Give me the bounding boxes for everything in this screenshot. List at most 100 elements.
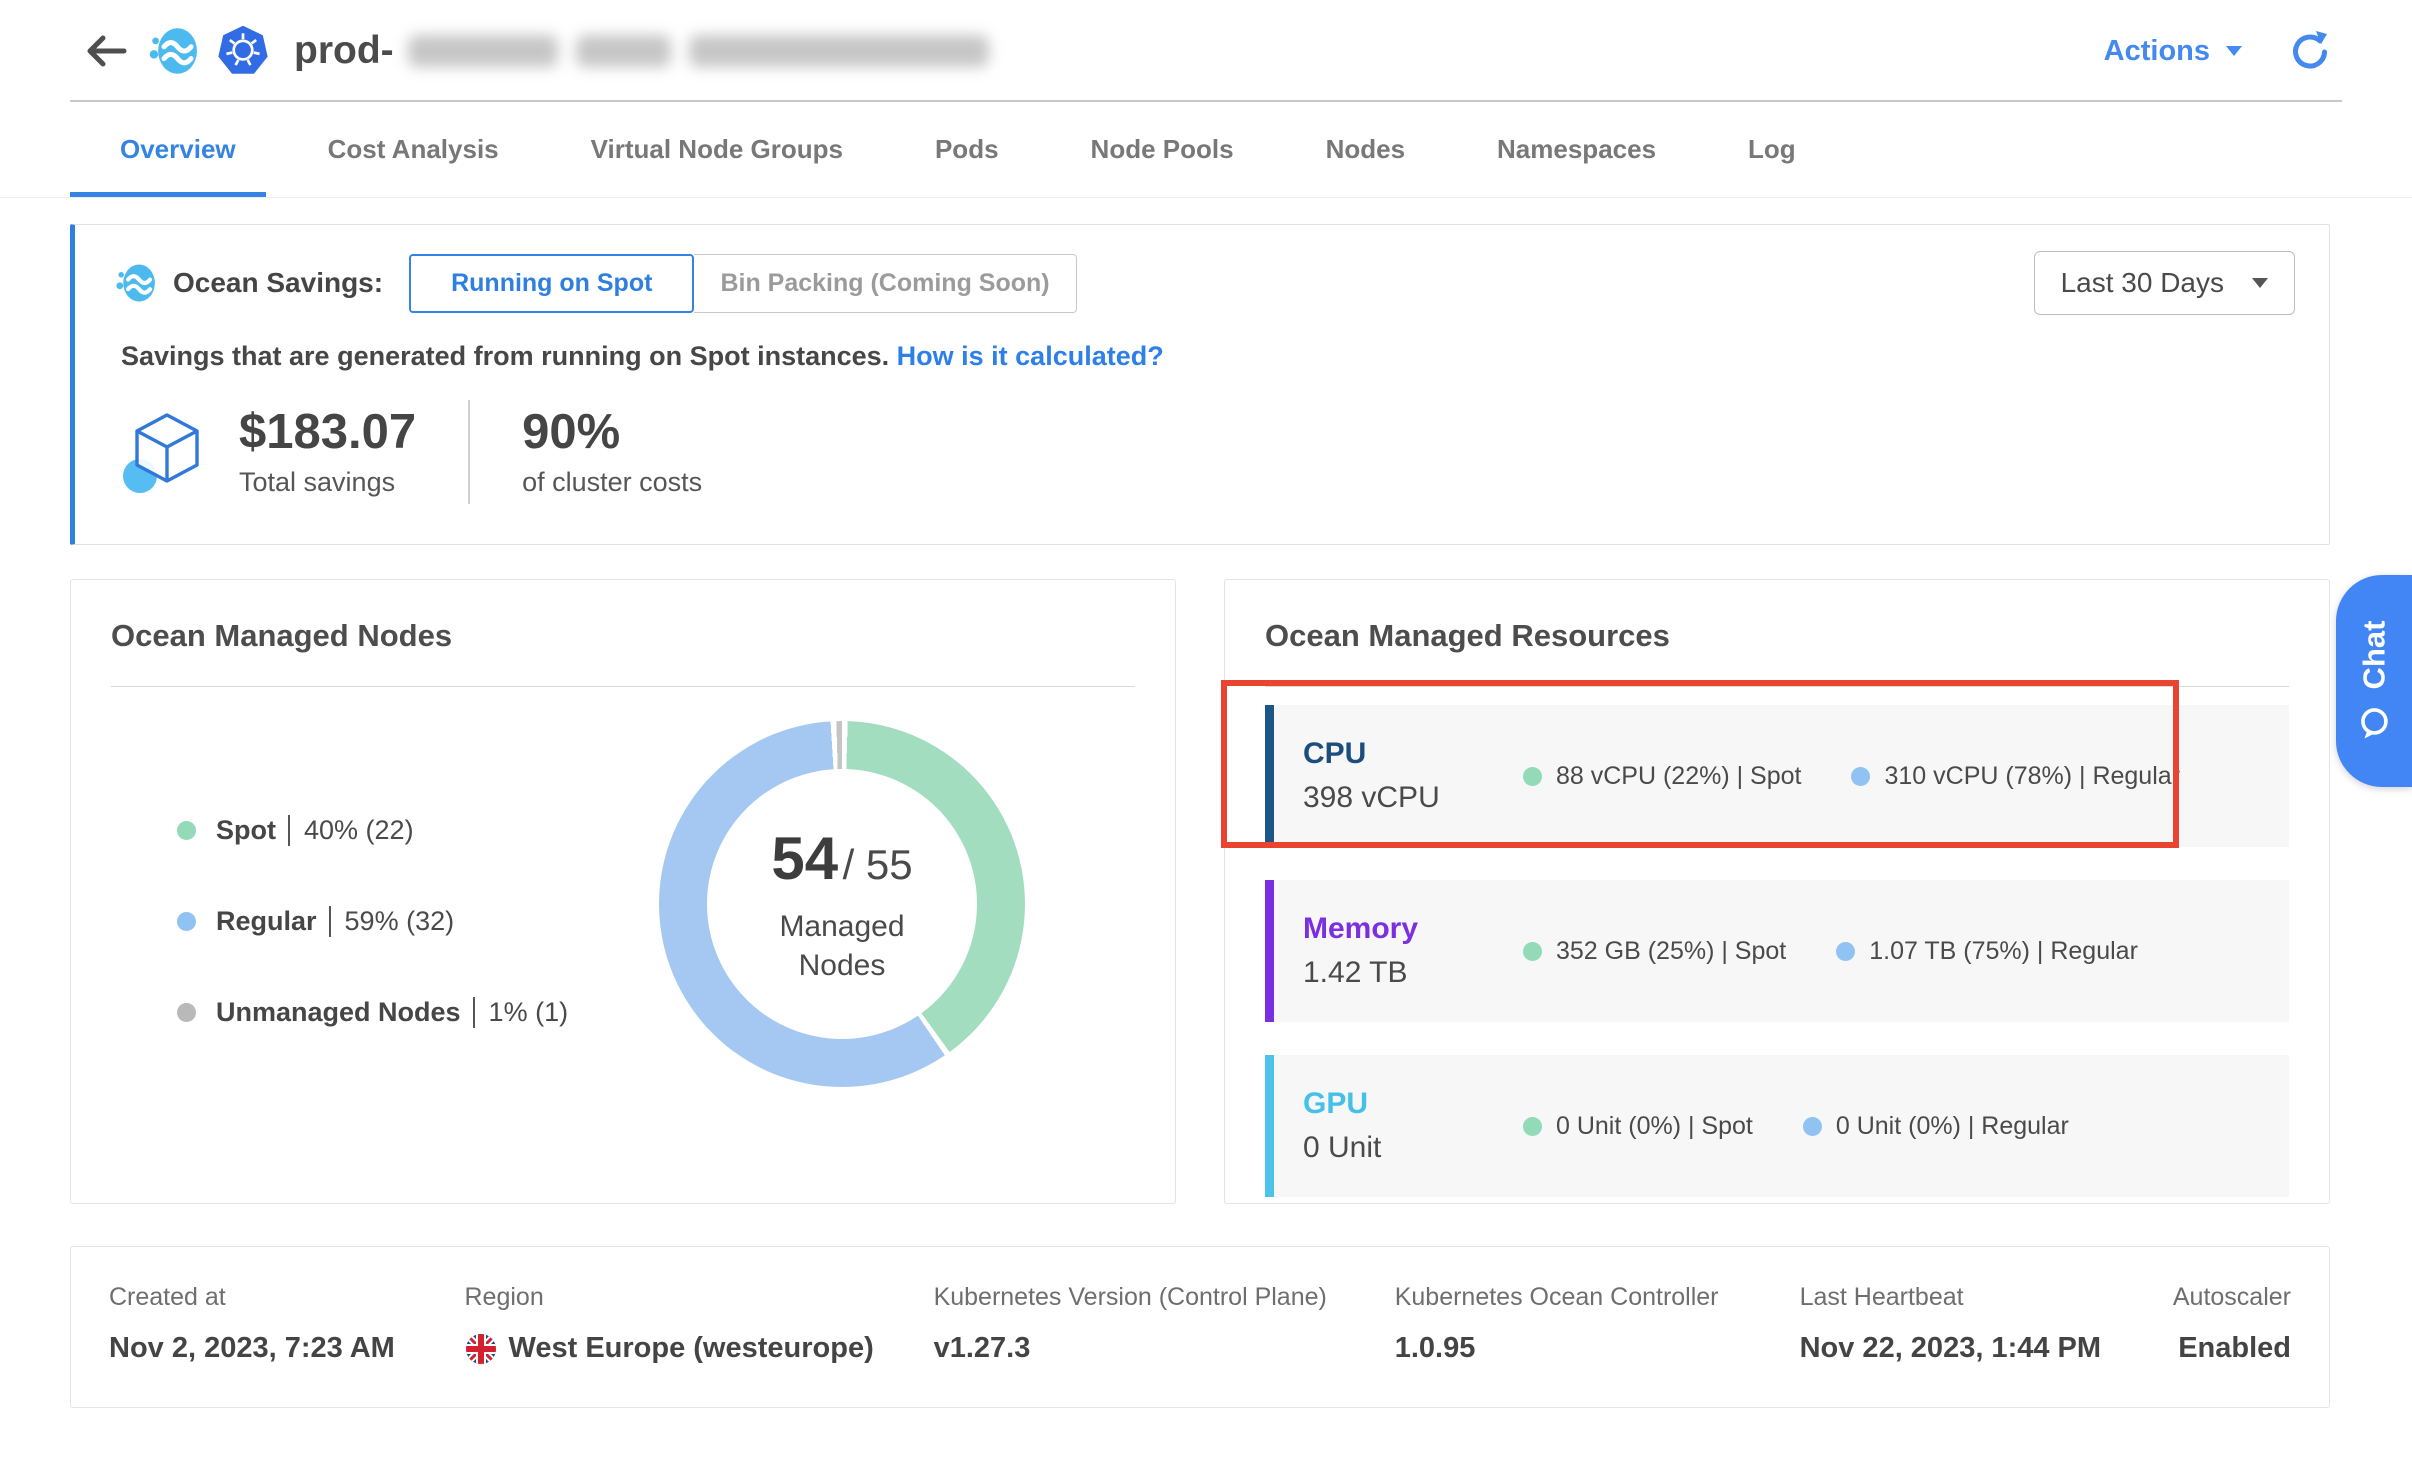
gpu-accent-bar [1265,1055,1274,1197]
period-dropdown[interactable]: Last 30 Days [2034,251,2295,315]
cpu-spot-stat: 88 vCPU (22%) | Spot [1523,762,1801,791]
cluster-costs-label: of cluster costs [522,467,702,498]
spot-dot-icon [1523,1117,1542,1136]
memory-regular-text: 1.07 TB (75%) | Regular [1869,937,2138,966]
k8s-version-label: Kubernetes Version (Control Plane) [934,1283,1395,1312]
total-savings-value: $183.07 [239,406,416,460]
last-heartbeat-value: Nov 22, 2023, 1:44 PM [1800,1332,2101,1365]
memory-total: 1.42 TB [1303,956,1523,990]
regular-dot-icon [177,912,196,931]
memory-regular-stat: 1.07 TB (75%) | Regular [1836,937,2138,966]
managed-resources-title: Ocean Managed Resources [1265,618,2289,654]
created-at-value: Nov 2, 2023, 7:23 AM [109,1332,395,1365]
chat-bubble-icon [2356,705,2392,741]
total-savings-figure: $183.07 Total savings [239,406,416,499]
k8s-version-value: v1.27.3 [934,1332,1031,1365]
chevron-down-icon [2226,46,2242,56]
spot-dot-icon [177,821,196,840]
gpu-total: 0 Unit [1303,1131,1523,1165]
header-bar: prod- Actions [0,0,2412,102]
kubernetes-logo-icon [216,24,270,78]
tab-pods[interactable]: Pods [935,102,999,197]
tab-nodes[interactable]: Nodes [1326,102,1405,197]
resource-row-gpu: GPU 0 Unit 0 Unit (0%) | Spot 0 Unit (0%… [1265,1055,2289,1197]
regular-dot-icon [1803,1117,1822,1136]
resource-row-memory: Memory 1.42 TB 352 GB (25%) | Spot 1.07 … [1265,880,2289,1022]
managed-total: / 55 [843,841,913,888]
managed-nodes-donut-chart: 54 / 55 Managed Nodes [659,721,1025,1087]
nodes-legend: Spot 40% (22) Regular 59% (32) Unmanaged… [177,815,568,1087]
ocean-controller-label: Kubernetes Ocean Controller [1395,1283,1800,1312]
ocean-controller-item: Kubernetes Ocean Controller 1.0.95 [1395,1283,1800,1365]
last-heartbeat-item: Last Heartbeat Nov 22, 2023, 1:44 PM [1800,1283,2173,1365]
memory-name: Memory [1303,912,1523,946]
gpu-regular-text: 0 Unit (0%) | Regular [1836,1112,2069,1141]
legend-regular-name: Regular [216,906,317,937]
region-item: Region West Europe (westeurope) [465,1283,934,1365]
card-divider [1265,686,2289,687]
ocean-managed-resources-card: Ocean Managed Resources CPU 398 vCPU 88 … [1224,579,2330,1204]
gpu-spot-text: 0 Unit (0%) | Spot [1556,1112,1753,1141]
uk-flag-icon [465,1333,497,1365]
chat-label: Chat [2356,621,2392,690]
legend-item-regular: Regular 59% (32) [177,906,568,937]
legend-item-unmanaged: Unmanaged Nodes 1% (1) [177,997,568,1028]
tab-overview[interactable]: Overview [120,102,236,197]
cluster-info-bar: Created at Nov 2, 2023, 7:23 AM Region W… [70,1246,2330,1408]
figure-divider [468,400,470,504]
tab-virtual-node-groups[interactable]: Virtual Node Groups [591,102,843,197]
back-button[interactable] [78,29,130,73]
total-savings-label: Total savings [239,467,416,498]
legend-unmanaged-value: 1% (1) [473,997,569,1028]
cpu-regular-text: 310 vCPU (78%) | Regular [1884,762,2180,791]
tab-node-pools[interactable]: Node Pools [1091,102,1234,197]
autoscaler-label: Autoscaler [2173,1283,2291,1312]
cpu-name: CPU [1303,737,1523,771]
ocean-logo-icon [148,24,202,78]
savings-description: Savings that are generated from running … [121,341,889,371]
actions-button[interactable]: Actions [2104,35,2242,68]
region-value: West Europe (westeurope) [509,1332,874,1365]
cpu-total: 398 vCPU [1303,781,1523,815]
memory-spot-stat: 352 GB (25%) | Spot [1523,937,1786,966]
cluster-costs-percent: 90% [522,406,702,460]
gpu-name: GPU [1303,1087,1523,1121]
ocean-savings-panel: Ocean Savings: Running on Spot Bin Packi… [70,224,2330,545]
ocean-savings-icon [115,261,159,305]
memory-accent-bar [1265,880,1274,1022]
chevron-down-icon [2252,278,2268,288]
refresh-icon[interactable] [2286,29,2330,73]
tab-namespaces[interactable]: Namespaces [1497,102,1656,197]
period-value: Last 30 Days [2061,267,2224,299]
spot-dot-icon [1523,942,1542,961]
actions-label: Actions [2104,35,2210,68]
legend-spot-name: Spot [216,815,276,846]
unmanaged-dot-icon [177,1003,196,1022]
savings-cube-icon [121,406,213,498]
created-at-label: Created at [109,1283,465,1312]
running-on-spot-toggle[interactable]: Running on Spot [409,254,694,313]
autoscaler-item: Autoscaler Enabled [2173,1283,2291,1365]
spot-dot-icon [1523,767,1542,786]
legend-unmanaged-name: Unmanaged Nodes [216,997,461,1028]
ocean-savings-label: Ocean Savings: [173,267,383,299]
region-label: Region [465,1283,934,1312]
tab-cost-analysis[interactable]: Cost Analysis [328,102,499,197]
k8s-version-item: Kubernetes Version (Control Plane) v1.27… [934,1283,1395,1365]
gpu-regular-stat: 0 Unit (0%) | Regular [1803,1112,2069,1141]
redacted-cluster-name [408,35,989,67]
chat-button[interactable]: Chat [2336,575,2412,787]
bin-packing-toggle[interactable]: Bin Packing (Coming Soon) [694,254,1076,313]
donut-label: Managed Nodes [742,907,942,985]
savings-view-toggle: Running on Spot Bin Packing (Coming Soon… [409,254,1077,313]
resource-row-cpu: CPU 398 vCPU 88 vCPU (22%) | Spot 310 vC… [1265,705,2289,847]
cluster-title: prod- [294,29,394,73]
back-arrow-icon [80,31,128,71]
created-at-item: Created at Nov 2, 2023, 7:23 AM [109,1283,465,1365]
autoscaler-status: Enabled [2178,1332,2291,1365]
cluster-costs-figure: 90% of cluster costs [522,406,702,499]
how-calculated-link[interactable]: How is it calculated? [897,341,1164,371]
legend-item-spot: Spot 40% (22) [177,815,568,846]
tab-log[interactable]: Log [1748,102,1796,197]
legend-regular-value: 59% (32) [329,906,455,937]
